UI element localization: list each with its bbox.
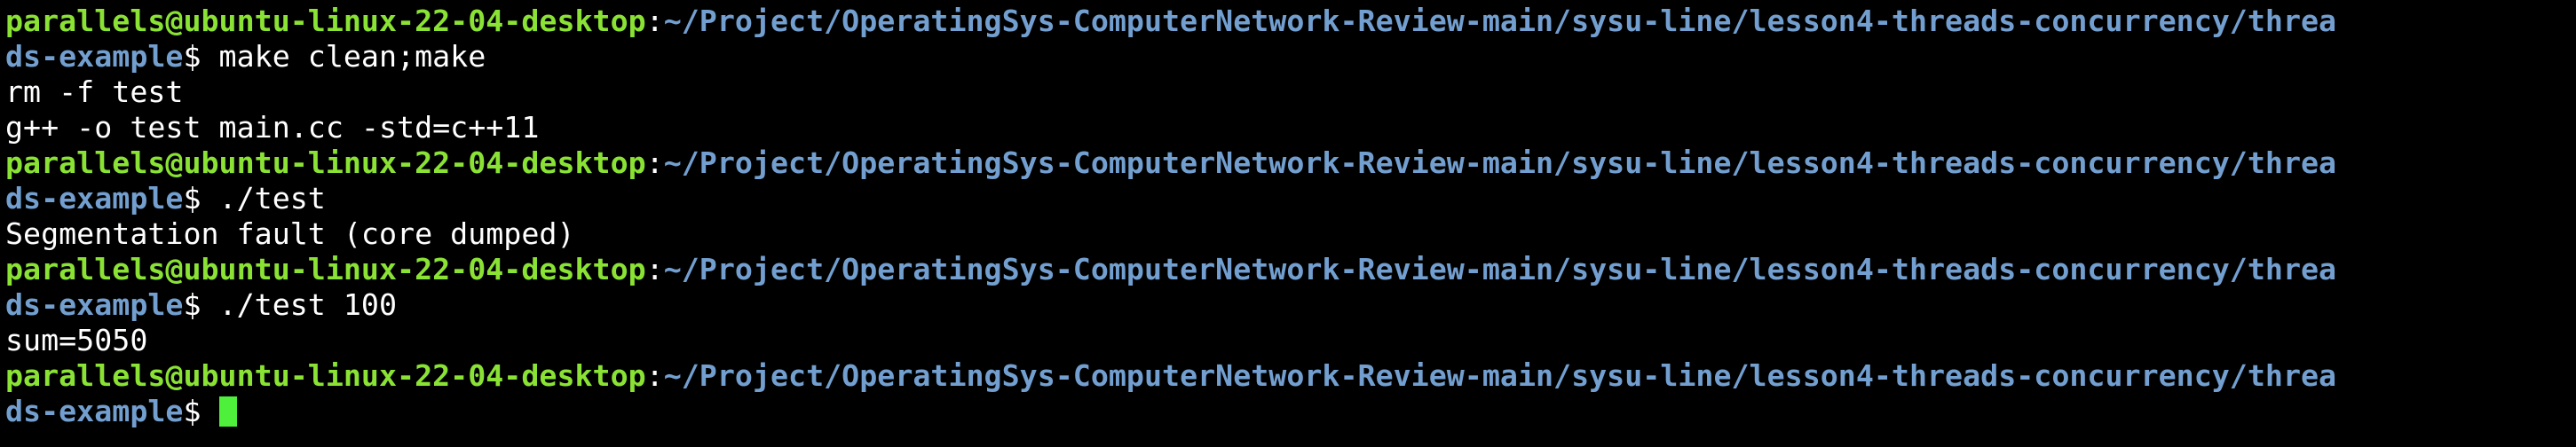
prompt-line-continued: ds-example$ ./test [5,181,2576,216]
prompt-dollar: $ [183,39,201,74]
output-line: rm -f test [5,74,184,109]
command-input[interactable] [201,394,219,428]
prompt-line-continued: ds-example$ make clean;make [5,39,2576,74]
prompt-path-continued: ds-example [5,394,184,428]
prompt-path-continued: ds-example [5,181,184,216]
output-line: sum=5050 [5,323,148,357]
prompt-dollar: $ [183,181,201,216]
prompt-path-continued: ds-example [5,287,184,322]
prompt-user-host: parallels@ubuntu-linux-22-04-desktop [5,358,646,393]
prompt-separator: : [645,145,664,180]
command-text: ./test 100 [201,287,398,322]
output-line: g++ -o test main.cc -std=c++11 [5,110,540,145]
prompt-line-continued: ds-example$ ./test 100 [5,287,2576,323]
prompt-user-host: parallels@ubuntu-linux-22-04-desktop [5,252,646,286]
prompt-user-host: parallels@ubuntu-linux-22-04-desktop [5,4,646,38]
output-line: Segmentation fault (core dumped) [5,216,575,251]
text-cursor[interactable] [218,396,237,427]
prompt-line: parallels@ubuntu-linux-22-04-desktop:~/P… [5,4,2576,39]
prompt-separator: : [645,4,664,38]
prompt-path: ~/Project/OperatingSys-ComputerNetwork-R… [663,4,2337,38]
prompt-path: ~/Project/OperatingSys-ComputerNetwork-R… [663,145,2337,180]
prompt-line: parallels@ubuntu-linux-22-04-desktop:~/P… [5,252,2576,287]
prompt-dollar: $ [183,394,201,428]
command-text: ./test [201,181,326,216]
prompt-line: parallels@ubuntu-linux-22-04-desktop:~/P… [5,358,2576,394]
prompt-user-host: parallels@ubuntu-linux-22-04-desktop [5,145,646,180]
prompt-separator: : [645,358,664,393]
prompt-line-continued[interactable]: ds-example$ [5,394,2576,429]
prompt-path: ~/Project/OperatingSys-ComputerNetwork-R… [663,252,2337,286]
prompt-line: parallels@ubuntu-linux-22-04-desktop:~/P… [5,145,2576,181]
terminal-window[interactable]: parallels@ubuntu-linux-22-04-desktop:~/P… [0,0,2576,447]
prompt-path-continued: ds-example [5,39,184,74]
command-text: make clean;make [201,39,486,74]
prompt-separator: : [645,252,664,286]
prompt-path: ~/Project/OperatingSys-ComputerNetwork-R… [663,358,2337,393]
prompt-dollar: $ [183,287,201,322]
